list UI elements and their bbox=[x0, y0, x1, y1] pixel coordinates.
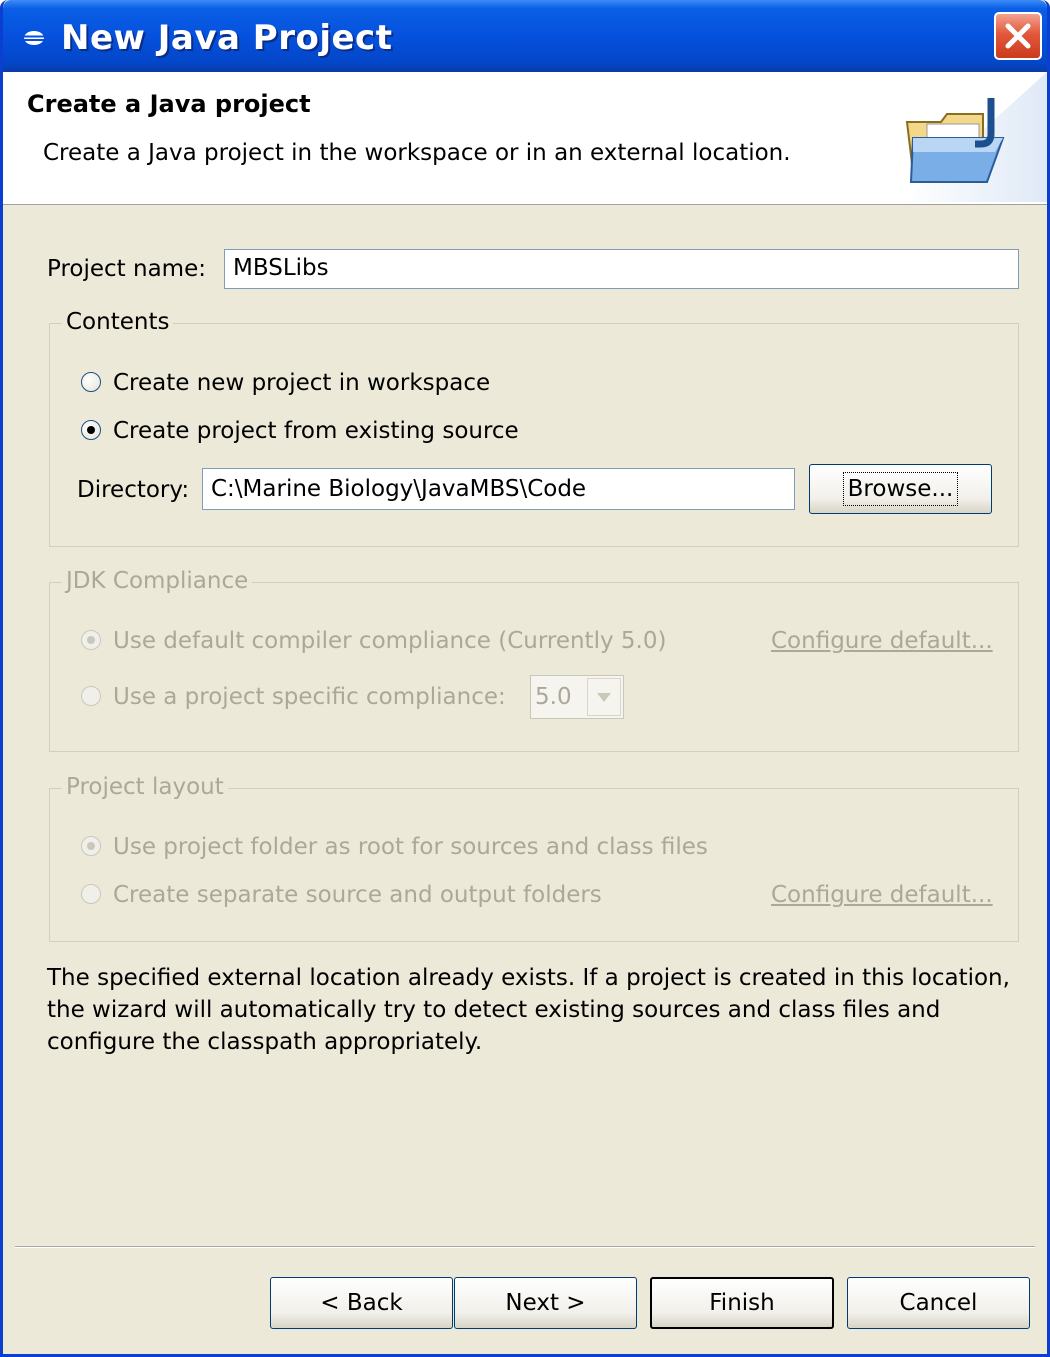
close-icon bbox=[1005, 23, 1031, 49]
jdk-compliance-group: JDK Compliance bbox=[49, 568, 1019, 752]
radio-new-workspace[interactable] bbox=[81, 372, 101, 392]
title-bar[interactable]: New Java Project bbox=[3, 0, 1047, 72]
directory-label: Directory: bbox=[77, 477, 190, 503]
java-project-folder-icon bbox=[903, 72, 1047, 202]
radio-selected-dot bbox=[87, 842, 95, 850]
radio-separate-folders[interactable] bbox=[81, 884, 101, 904]
wizard-page-description: Create a Java project in the workspace o… bbox=[43, 140, 791, 166]
project-layout-group-title: Project layout bbox=[62, 774, 228, 800]
window-title: New Java Project bbox=[61, 18, 393, 58]
configure-default-compliance-link[interactable]: Configure default... bbox=[771, 628, 993, 654]
radio-folder-root[interactable] bbox=[81, 836, 101, 856]
compliance-dropdown-button[interactable] bbox=[587, 678, 621, 716]
radio-separate-folders-label[interactable]: Create separate source and output folder… bbox=[113, 882, 602, 908]
radio-default-compliance[interactable] bbox=[81, 630, 101, 650]
radio-specific-compliance[interactable] bbox=[81, 686, 101, 706]
directory-input[interactable]: C:\Marine Biology\JavaMBS\Code bbox=[202, 468, 795, 510]
wizard-page-title: Create a Java project bbox=[27, 90, 311, 118]
radio-selected-dot bbox=[87, 426, 95, 434]
status-message: The specified external location already … bbox=[47, 965, 1010, 1055]
browse-button[interactable]: Browse... bbox=[809, 464, 992, 514]
chevron-down-icon bbox=[597, 693, 611, 702]
finish-button[interactable]: Finish bbox=[650, 1277, 834, 1329]
project-name-label-text: Project name: bbox=[47, 256, 206, 282]
configure-default-layout-link[interactable]: Configure default... bbox=[771, 882, 993, 908]
wizard-header: Create a Java project Create a Java proj… bbox=[3, 72, 1047, 205]
close-button[interactable] bbox=[994, 12, 1042, 60]
radio-folder-root-label[interactable]: Use project folder as root for sources a… bbox=[113, 834, 708, 860]
browse-button-label: Browse... bbox=[842, 472, 959, 506]
back-button[interactable]: < Back bbox=[270, 1277, 453, 1329]
radio-existing-source[interactable] bbox=[81, 420, 101, 440]
new-java-project-dialog: New Java Project Create a Java project C… bbox=[0, 0, 1050, 1357]
radio-new-workspace-label[interactable]: Create new project in workspace bbox=[113, 370, 490, 396]
radio-existing-source-label[interactable]: Create project from existing source bbox=[113, 418, 519, 444]
radio-selected-dot bbox=[87, 636, 95, 644]
finish-button-label: Finish bbox=[709, 1290, 775, 1316]
project-layout-group: Project layout bbox=[49, 774, 1019, 942]
cancel-button[interactable]: Cancel bbox=[847, 1277, 1030, 1329]
cancel-button-label: Cancel bbox=[899, 1290, 978, 1316]
next-button[interactable]: Next > bbox=[454, 1277, 637, 1329]
project-name-input[interactable]: MBSLibs bbox=[224, 249, 1019, 289]
eclipse-icon bbox=[24, 31, 44, 45]
compliance-level-select[interactable]: 5.0 bbox=[530, 675, 624, 719]
next-button-label: Next > bbox=[505, 1290, 586, 1316]
compliance-level-value: 5.0 bbox=[535, 684, 572, 710]
button-bar-separator bbox=[15, 1246, 1035, 1248]
back-button-label: < Back bbox=[320, 1290, 403, 1316]
contents-group-title: Contents bbox=[62, 309, 174, 335]
jdk-compliance-group-title: JDK Compliance bbox=[62, 568, 253, 594]
radio-specific-compliance-label[interactable]: Use a project specific compliance: bbox=[113, 684, 506, 710]
radio-default-compliance-label[interactable]: Use default compiler compliance (Current… bbox=[113, 628, 666, 654]
project-name-label: Project name: bbox=[47, 256, 206, 282]
